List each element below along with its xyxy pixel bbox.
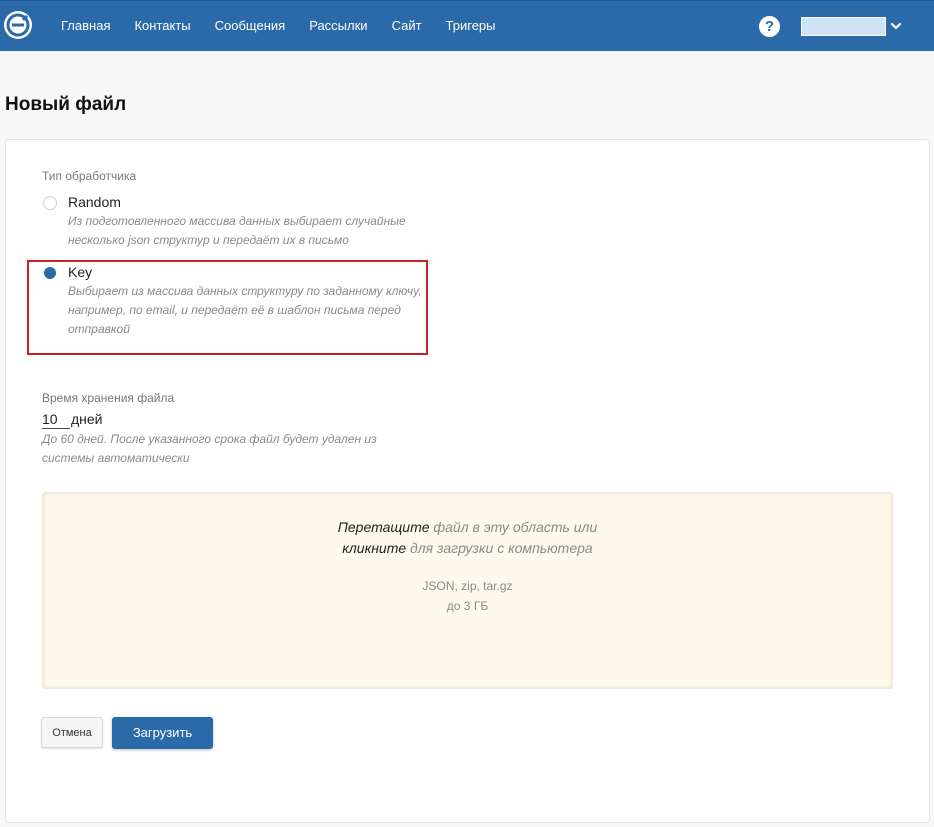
radio-key[interactable]: [43, 266, 57, 280]
storage-hint: До 60 дней. После указанного срока файл …: [42, 432, 377, 465]
storage-days-input[interactable]: 10: [42, 411, 70, 429]
nav-item-mailings[interactable]: Рассылки: [309, 18, 367, 33]
option-key-description: Выбирает из массива данных структуру по …: [68, 284, 422, 336]
nav-item-triggers[interactable]: Тригеры: [446, 18, 496, 33]
nav-item-contacts[interactable]: Контакты: [134, 18, 190, 33]
radio-random[interactable]: [43, 196, 57, 210]
main-nav: Главная Контакты Сообщения Рассылки Сайт…: [61, 18, 520, 33]
upload-button[interactable]: Загрузить: [112, 717, 213, 749]
new-file-form: Тип обработчика Random Из подготовленног…: [5, 139, 930, 823]
brand-logo-icon[interactable]: [4, 11, 32, 39]
dropzone-formats: JSON, zip, tar.gz: [422, 579, 513, 593]
dropzone-click-word: кликните: [342, 540, 407, 556]
top-navbar: Главная Контакты Сообщения Рассылки Сайт…: [0, 0, 934, 51]
handler-type-label: Тип обработчика: [42, 169, 137, 183]
nav-item-messages[interactable]: Сообщения: [215, 18, 286, 33]
account-selector[interactable]: [801, 17, 886, 36]
chevron-down-icon[interactable]: [890, 19, 902, 31]
option-key-title[interactable]: Key: [68, 264, 92, 280]
dropzone-line-2: кликните для загрузки с компьютера: [42, 540, 893, 556]
dropzone-line-2-rest: для загрузки с компьютера: [406, 540, 593, 556]
dropzone-line-1-rest: файл в эту область или: [429, 519, 598, 535]
nav-item-home[interactable]: Главная: [61, 18, 110, 33]
storage-time-label: Время хранения файла: [42, 391, 175, 405]
storage-days-unit: дней: [71, 411, 103, 427]
nav-item-site[interactable]: Сайт: [392, 18, 422, 33]
dropzone-line-1: Перетащите файл в эту область или: [42, 519, 893, 535]
page-title: Новый файл: [5, 94, 127, 115]
dropzone-size-limit: до 3 ГБ: [446, 599, 489, 613]
option-random-title[interactable]: Random: [68, 194, 121, 210]
file-dropzone[interactable]: Перетащите файл в эту область или кликни…: [42, 492, 893, 689]
option-random-description: Из подготовленного массива данных выбира…: [68, 214, 406, 247]
question-circle-icon[interactable]: ?: [759, 16, 780, 37]
cancel-button[interactable]: Отмена: [41, 717, 103, 748]
dropzone-drag-word: Перетащите: [337, 519, 430, 535]
